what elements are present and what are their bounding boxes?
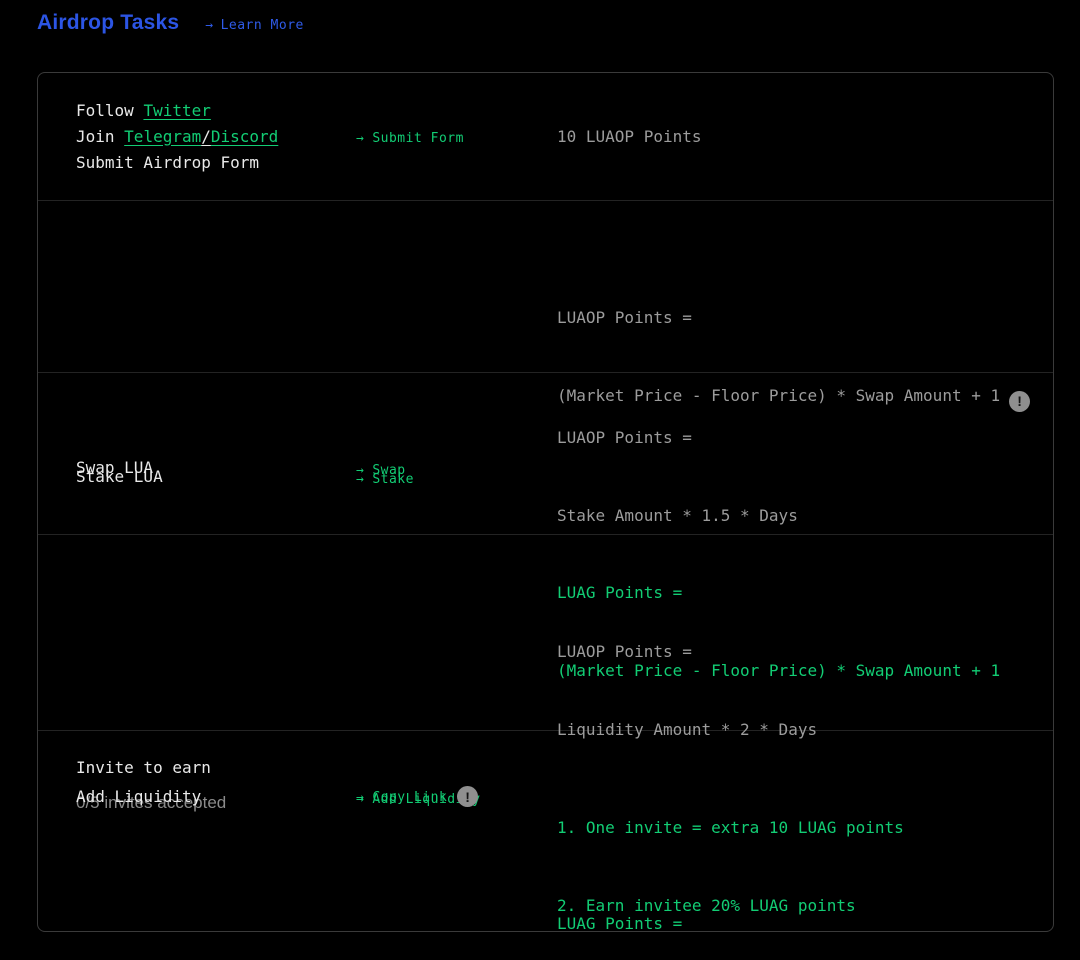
swap-label: Swap xyxy=(372,463,405,478)
learn-more-link[interactable]: → Learn More xyxy=(205,18,304,33)
task-row-stake: Stake LUA →Stake LUAOP Points = Stake Am… xyxy=(38,372,1053,534)
invite-rule-1: 1. One invite = extra 10 LUAG points xyxy=(557,815,1033,841)
task-name-swap: Swap LUA xyxy=(76,455,356,481)
discord-link[interactable]: Discord xyxy=(211,127,278,146)
task-line-follow: Follow Twitter xyxy=(76,98,356,124)
luaop-points-title: LUAOP Points = xyxy=(557,639,1033,665)
arrow-right-icon: → xyxy=(356,131,364,146)
action-cell: → Submit Form xyxy=(356,127,557,146)
airdrop-tasks-card: Follow Twitter Join Telegram/Discord Sub… xyxy=(37,72,1054,932)
task-row-swap: Swap LUA →Swap LUAOP Points = (Market Pr… xyxy=(38,200,1053,372)
task-row-liquidity: Add Liquidity →Add Liquidity LUAOP Point… xyxy=(38,534,1053,730)
invite-rules-list: 1. One invite = extra 10 LUAG points 2. … xyxy=(557,763,1033,960)
twitter-link[interactable]: Twitter xyxy=(143,101,210,120)
arrow-right-icon: → xyxy=(356,463,364,478)
reward-text: 10 LUAOP Points xyxy=(557,124,1033,150)
learn-more-label: Learn More xyxy=(221,18,304,33)
swap-button[interactable]: → Swap xyxy=(356,463,406,478)
luaop-points-title: LUAOP Points = xyxy=(557,425,1033,451)
task-line-submit-form: Submit Airdrop Form xyxy=(76,150,356,176)
task-name-liquidity: Add Liquidity xyxy=(76,784,356,810)
task-line-join: Join Telegram/Discord xyxy=(76,124,356,150)
task-name-social: Follow Twitter Join Telegram/Discord Sub… xyxy=(76,98,356,176)
invite-to-earn-label: Invite to earn xyxy=(76,755,356,781)
page-title: Airdrop Tasks xyxy=(37,11,179,35)
link-separator: / xyxy=(201,127,211,146)
arrow-right-icon: → xyxy=(205,18,213,33)
luaop-points-title: LUAOP Points = xyxy=(557,305,1033,331)
arrow-right-icon: → xyxy=(356,792,364,807)
luaop-points-formula: Stake Amount * 1.5 * Days xyxy=(557,503,1033,529)
invite-rule-2: 2. Earn invitee 20% LUAG points xyxy=(557,893,1033,919)
submit-form-label: Submit Form xyxy=(372,131,464,146)
page-header: Airdrop Tasks → Learn More xyxy=(0,0,1080,46)
action-cell: → Swap xyxy=(356,459,557,478)
submit-form-button[interactable]: → Submit Form xyxy=(356,131,464,146)
luaop-points-formula: Liquidity Amount * 2 * Days xyxy=(557,717,1033,743)
telegram-link[interactable]: Telegram xyxy=(124,127,201,146)
task-row-social: Follow Twitter Join Telegram/Discord Sub… xyxy=(38,73,1053,200)
